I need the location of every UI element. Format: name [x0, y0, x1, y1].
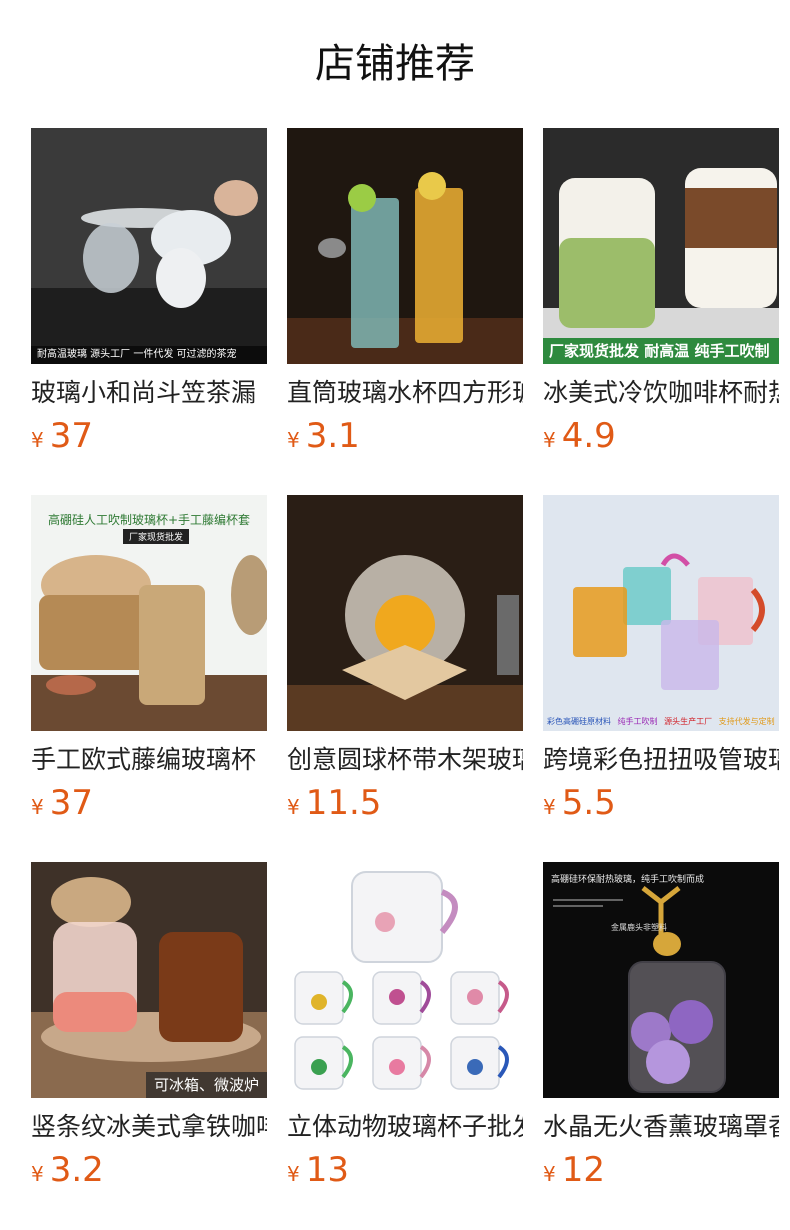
- price-row: ¥5.5: [543, 783, 779, 823]
- price-row: ¥4.9: [543, 416, 779, 456]
- image-caption: 高硼硅人工吹制玻璃杯+手工藤编杯套: [47, 513, 251, 527]
- image-caption-secondary: 金属鹿头非塑料: [611, 923, 667, 932]
- product-image[interactable]: 彩色高硼硅原材料 纯手工吹制 源头生产工厂 支持代发与定制: [543, 495, 779, 731]
- currency-symbol: ¥: [31, 428, 44, 452]
- product-title[interactable]: 跨境彩色扭扭吸管玻璃: [543, 743, 779, 777]
- monk-tea-strainer-image: [31, 128, 267, 364]
- price-row: ¥12: [543, 1150, 779, 1190]
- globe-glass-image: [287, 495, 523, 731]
- price-row: ¥37: [31, 783, 267, 823]
- currency-symbol: ¥: [287, 1162, 300, 1186]
- product-card[interactable]: 创意圆球杯带木架玻璃 ¥11.5: [287, 495, 523, 823]
- currency-symbol: ¥: [543, 795, 556, 819]
- price-row: ¥13: [287, 1150, 523, 1190]
- crystal-aroma-jar-image: [543, 862, 779, 1098]
- product-title[interactable]: 竖条纹冰美式拿铁咖啡: [31, 1110, 267, 1144]
- product-image[interactable]: 厂家现货批发 耐高温 纯手工吹制: [543, 128, 779, 364]
- animal-glasses-image: [287, 862, 523, 1098]
- product-image[interactable]: [287, 495, 523, 731]
- recommendations-page: 店铺推荐 耐高温玻璃 源头工厂 一件代发 可过滤的茶宠 玻璃小和尚斗笠茶漏 ¥3…: [0, 0, 790, 1230]
- product-title[interactable]: 冰美式冷饮咖啡杯耐热: [543, 376, 779, 410]
- currency-symbol: ¥: [31, 1162, 44, 1186]
- product-price: 37: [49, 416, 93, 456]
- price-row: ¥37: [31, 416, 267, 456]
- product-card[interactable]: 可冰箱、微波炉 竖条纹冰美式拿铁咖啡 ¥3.2: [31, 862, 267, 1190]
- currency-symbol: ¥: [287, 428, 300, 452]
- caption-part: 彩色高硼硅原材料: [547, 717, 611, 726]
- product-card[interactable]: 高硼硅人工吹制玻璃杯+手工藤编杯套 厂家现货批发 手工欧式藤编玻璃杯 ¥37: [31, 495, 267, 823]
- image-caption: 耐高温玻璃 源头工厂 一件代发 可过滤的茶宠: [31, 346, 267, 364]
- price-row: ¥3.2: [31, 1150, 267, 1190]
- product-price: 3.2: [49, 1150, 104, 1190]
- section-title: 店铺推荐: [315, 41, 475, 87]
- product-image[interactable]: 耐高温玻璃 源头工厂 一件代发 可过滤的茶宠: [31, 128, 267, 364]
- product-price: 4.9: [561, 416, 616, 456]
- product-image[interactable]: 高硼硅环保耐热玻璃，纯手工吹制而成 金属鹿头非塑料: [543, 862, 779, 1098]
- product-card[interactable]: 直筒玻璃水杯四方形玻 ¥3.1: [287, 128, 523, 456]
- price-row: ¥3.1: [287, 416, 523, 456]
- price-row: ¥11.5: [287, 783, 523, 823]
- product-card[interactable]: 立体动物玻璃杯子批发 ¥13: [287, 862, 523, 1190]
- product-grid: 耐高温玻璃 源头工厂 一件代发 可过滤的茶宠 玻璃小和尚斗笠茶漏 ¥37 直筒玻…: [31, 128, 779, 1190]
- product-image[interactable]: [287, 128, 523, 364]
- product-card[interactable]: 厂家现货批发 耐高温 纯手工吹制 冰美式冷饮咖啡杯耐热 ¥4.9: [543, 128, 779, 456]
- product-title[interactable]: 创意圆球杯带木架玻璃: [287, 743, 523, 777]
- currency-symbol: ¥: [543, 1162, 556, 1186]
- product-title[interactable]: 立体动物玻璃杯子批发: [287, 1110, 523, 1144]
- currency-symbol: ¥: [31, 795, 44, 819]
- product-price: 37: [49, 783, 93, 823]
- caption-part: 源头生产工厂: [664, 717, 713, 726]
- caption-part: 纯手工吹制: [617, 717, 658, 726]
- image-badge: 厂家现货批发: [123, 529, 190, 544]
- product-title[interactable]: 玻璃小和尚斗笠茶漏: [31, 376, 267, 410]
- colored-twist-cups-image: [543, 495, 779, 731]
- currency-symbol: ¥: [287, 795, 300, 819]
- product-title[interactable]: 水晶无火香薰玻璃罩香: [543, 1110, 779, 1144]
- product-card[interactable]: 耐高温玻璃 源头工厂 一件代发 可过滤的茶宠 玻璃小和尚斗笠茶漏 ¥37: [31, 128, 267, 456]
- image-caption: 厂家现货批发 耐高温 纯手工吹制: [543, 338, 779, 364]
- product-card[interactable]: 彩色高硼硅原材料 纯手工吹制 源头生产工厂 支持代发与定制 跨境彩色扭扭吸管玻璃…: [543, 495, 779, 823]
- caption-part: 支持代发与定制: [718, 717, 775, 726]
- product-card[interactable]: 高硼硅环保耐热玻璃，纯手工吹制而成 金属鹿头非塑料 水晶无火香薰玻璃罩香 ¥12: [543, 862, 779, 1190]
- image-caption: 高硼硅环保耐热玻璃，纯手工吹制而成: [551, 875, 705, 885]
- product-image[interactable]: 可冰箱、微波炉: [31, 862, 267, 1098]
- image-caption: 彩色高硼硅原材料 纯手工吹制 源头生产工厂 支持代发与定制: [547, 716, 779, 727]
- product-price: 11.5: [305, 783, 382, 823]
- currency-symbol: ¥: [543, 428, 556, 452]
- product-price: 12: [561, 1150, 605, 1190]
- product-title[interactable]: 直筒玻璃水杯四方形玻: [287, 376, 523, 410]
- product-price: 13: [305, 1150, 349, 1190]
- product-title[interactable]: 手工欧式藤编玻璃杯: [31, 743, 267, 777]
- iced-coffee-cups-image: [543, 128, 779, 364]
- product-image[interactable]: [287, 862, 523, 1098]
- latte-glasses-image: [31, 862, 267, 1098]
- cocktail-glasses-image: [287, 128, 523, 364]
- product-price: 5.5: [561, 783, 616, 823]
- product-price: 3.1: [305, 416, 360, 456]
- product-image[interactable]: 高硼硅人工吹制玻璃杯+手工藤编杯套 厂家现货批发: [31, 495, 267, 731]
- image-caption: 可冰箱、微波炉: [145, 1072, 267, 1098]
